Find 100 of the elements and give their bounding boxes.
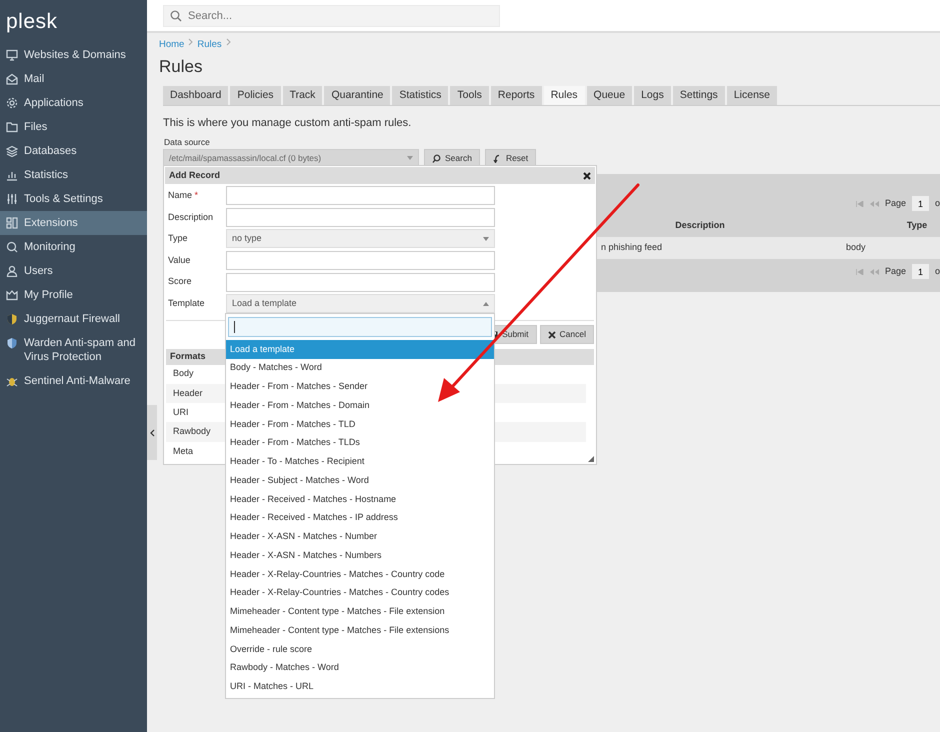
tab[interactable]: Settings: [672, 86, 725, 105]
sidebar-item[interactable]: Warden Anti-spam and Virus Protection: [0, 331, 147, 369]
pager-text: o: [934, 197, 940, 210]
dropdown-option[interactable]: Header - X-Relay-Countries - Matches - Country codes: [226, 584, 494, 602]
search-icon: [170, 10, 182, 22]
text-field[interactable]: [226, 186, 495, 206]
profile-card-icon: [6, 289, 18, 301]
dropdown-option[interactable]: Header - X-ASN - Matches - Number: [226, 528, 494, 546]
sidebar-item[interactable]: My Profile: [0, 283, 147, 307]
caret-down-icon: [407, 156, 413, 160]
dialog-title: Add Record: [169, 168, 220, 182]
bug-icon: [6, 375, 18, 387]
pager-label: Page: [884, 197, 906, 210]
sidebar-item[interactable]: Tools & Settings: [0, 187, 147, 211]
tab[interactable]: Rules: [544, 86, 585, 105]
sidebar-item[interactable]: Databases: [0, 139, 147, 163]
type-select[interactable]: no type: [226, 229, 495, 248]
chevron-left-icon: [150, 428, 154, 436]
sidebar-item[interactable]: Statistics: [0, 163, 147, 187]
tab[interactable]: Track: [282, 86, 322, 105]
template-select[interactable]: Load a template: [226, 294, 495, 314]
sidebar-item[interactable]: Extensions: [0, 211, 147, 235]
intro-text: This is where you manage custom anti-spam rules.: [163, 116, 412, 131]
cancel-button[interactable]: Cancel: [540, 325, 594, 344]
dropdown-option[interactable]: Header - Received - Matches - IP address: [226, 508, 494, 528]
table-cell-text: body: [845, 241, 867, 254]
close-button[interactable]: [583, 172, 591, 180]
logo[interactable]: plesk: [0, 0, 147, 43]
folder-icon: [6, 121, 18, 133]
dropdown-option[interactable]: Override - rule score: [226, 640, 494, 659]
monitor-icon: [6, 49, 18, 61]
dropdown-option[interactable]: Header - From - Matches - Sender: [226, 378, 494, 396]
sidebar-item[interactable]: Websites & Domains: [0, 43, 147, 67]
sidebar-item[interactable]: Files: [0, 115, 147, 139]
dropdown-option[interactable]: Header - X-ASN - Matches - Numbers: [226, 546, 494, 565]
shield-icon: [6, 313, 18, 325]
text-field[interactable]: [226, 208, 495, 227]
text-field[interactable]: [226, 251, 495, 270]
dropdown-option[interactable]: Header - Received - Matches - Hostname: [226, 490, 494, 509]
tab[interactable]: Logs: [634, 86, 671, 105]
previous-page-icon: [870, 268, 879, 275]
close-icon: [583, 172, 591, 180]
page-title: Rules: [159, 56, 204, 78]
person-icon: [6, 265, 18, 277]
sidebar-item[interactable]: Mail: [0, 67, 147, 91]
tab[interactable]: Quarantine: [324, 86, 390, 105]
resize-grip-icon: [588, 456, 594, 462]
sidebar-item[interactable]: Sentinel Anti-Malware: [0, 369, 147, 393]
tab[interactable]: Statistics: [392, 86, 448, 105]
page-number-field[interactable]: 1: [912, 196, 929, 212]
dropdown-option[interactable]: Header - To - Matches - Recipient: [226, 452, 494, 472]
search-icon: [432, 154, 441, 163]
sidebar-item[interactable]: Users: [0, 259, 147, 283]
dropdown-option[interactable]: Header - From - Matches - TLD: [226, 415, 494, 434]
format-item: Meta: [173, 444, 194, 458]
previous-page-icon: [870, 200, 879, 207]
dropdown-search-field[interactable]: [228, 317, 492, 337]
text-field[interactable]: [226, 272, 495, 292]
tab[interactable]: Tools: [450, 86, 489, 105]
tab[interactable]: License: [726, 86, 778, 105]
envelope-icon: [6, 73, 18, 85]
chevron-icon: [188, 38, 194, 46]
layers-icon: [6, 145, 18, 157]
format-item: Body: [173, 367, 194, 380]
collapse-handle[interactable]: [147, 405, 157, 460]
sidebar-item[interactable]: Applications: [0, 91, 147, 115]
column-header: Description: [674, 219, 726, 232]
first-page-icon: [856, 268, 864, 275]
dropdown-option[interactable]: Header - From - Matches - Domain: [226, 396, 494, 415]
field-label: Name *: [168, 189, 200, 202]
dropdown-option[interactable]: Rawbody - Matches - Word: [226, 658, 494, 678]
sidebar-item[interactable]: Monitoring: [0, 235, 147, 259]
field-label: Type: [168, 232, 189, 246]
tab[interactable]: Reports: [490, 86, 542, 105]
text-cursor-icon: [234, 321, 236, 333]
grid-icon: [6, 217, 18, 229]
table-cell-text: n phishing feed: [600, 241, 664, 254]
format-item: Header: [173, 386, 203, 400]
dropdown-option[interactable]: Mimeheader - Content type - Matches - File extensions: [226, 621, 494, 640]
search-field[interactable]: Search...: [163, 5, 500, 27]
first-page-icon: [856, 200, 864, 207]
field-label: Data source: [164, 136, 211, 149]
dropdown-option[interactable]: Header - Subject - Matches - Word: [226, 471, 494, 490]
page-number-field[interactable]: 1: [912, 264, 929, 280]
tab[interactable]: Queue: [586, 86, 632, 105]
tab[interactable]: Policies: [230, 86, 281, 105]
undo-icon: [492, 154, 502, 163]
dropdown-option[interactable]: Header - From - Matches - TLDs: [226, 434, 494, 452]
pager-text: o: [934, 265, 940, 278]
tab[interactable]: Dashboard: [163, 86, 228, 105]
field-label: Score: [168, 275, 193, 288]
sidebar-item[interactable]: Juggernaut Firewall: [0, 307, 147, 331]
dropdown-option[interactable]: Header - X-Relay-Countries - Matches - Country code: [226, 565, 494, 584]
format-item: Rawbody: [173, 425, 211, 438]
column-header: Type: [906, 219, 928, 232]
dropdown-option[interactable]: URI - Matches - URL: [226, 678, 494, 696]
dropdown-option[interactable]: Mimeheader - Content type - Matches - File extension: [226, 602, 494, 622]
field-label: Description: [168, 210, 214, 224]
pager-label: Page: [884, 265, 906, 278]
magnifier-icon: [6, 241, 18, 253]
